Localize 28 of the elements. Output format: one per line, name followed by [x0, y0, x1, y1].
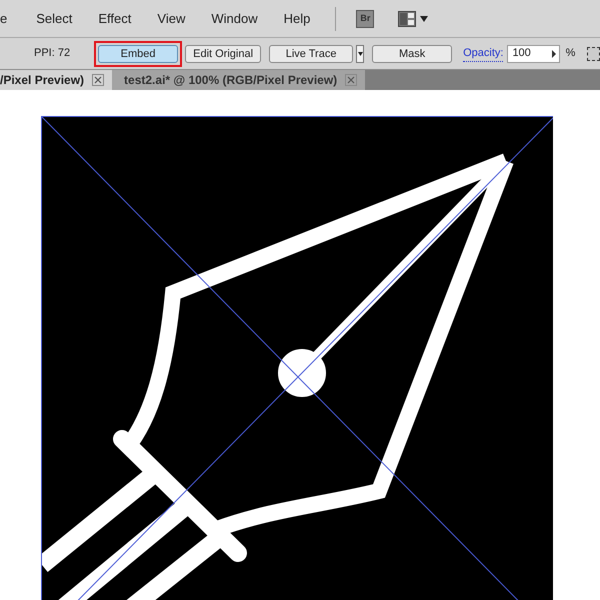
opacity-value: 100 [512, 46, 531, 62]
toolbar-button[interactable]: Mask [372, 44, 452, 62]
toolbar-button[interactable]: Embed [98, 44, 178, 62]
percent-label: % [566, 46, 576, 62]
caret-icon [358, 52, 363, 56]
toolbar-button[interactable]: Edit Original [185, 44, 262, 62]
menu-item[interactable]: Window [198, 8, 271, 28]
document-tab[interactable]: /Pixel Preview) [0, 70, 112, 90]
bridge-button[interactable]: Br [356, 10, 374, 28]
menu-item[interactable]: e [0, 8, 24, 28]
close-icon[interactable] [345, 74, 358, 86]
tab-title: /Pixel Preview) [0, 72, 84, 89]
document-tab[interactable]: test2.ai* @ 100% (RGB/Pixel Preview) [112, 70, 366, 90]
ppi-label: PPI: 72 [34, 46, 70, 62]
menu-item[interactable]: Select [23, 8, 86, 28]
menu-item[interactable]: Effect [85, 8, 144, 28]
toolbar-button[interactable]: Live Trace [269, 44, 354, 62]
workspace-switcher[interactable] [398, 10, 428, 26]
opacity-link[interactable]: Opacity: [463, 44, 504, 62]
layout-icon [398, 10, 416, 26]
menu-item[interactable]: View [144, 8, 198, 28]
close-icon[interactable] [92, 74, 104, 86]
menu-item[interactable]: Help [270, 8, 324, 28]
tab-title: test2.ai* @ 100% (RGB/Pixel Preview) [124, 72, 338, 89]
opacity-field[interactable]: 100 [507, 44, 560, 62]
caret-icon [420, 16, 428, 22]
dropdown-button[interactable] [356, 44, 364, 62]
grid-icon[interactable] [587, 46, 600, 60]
